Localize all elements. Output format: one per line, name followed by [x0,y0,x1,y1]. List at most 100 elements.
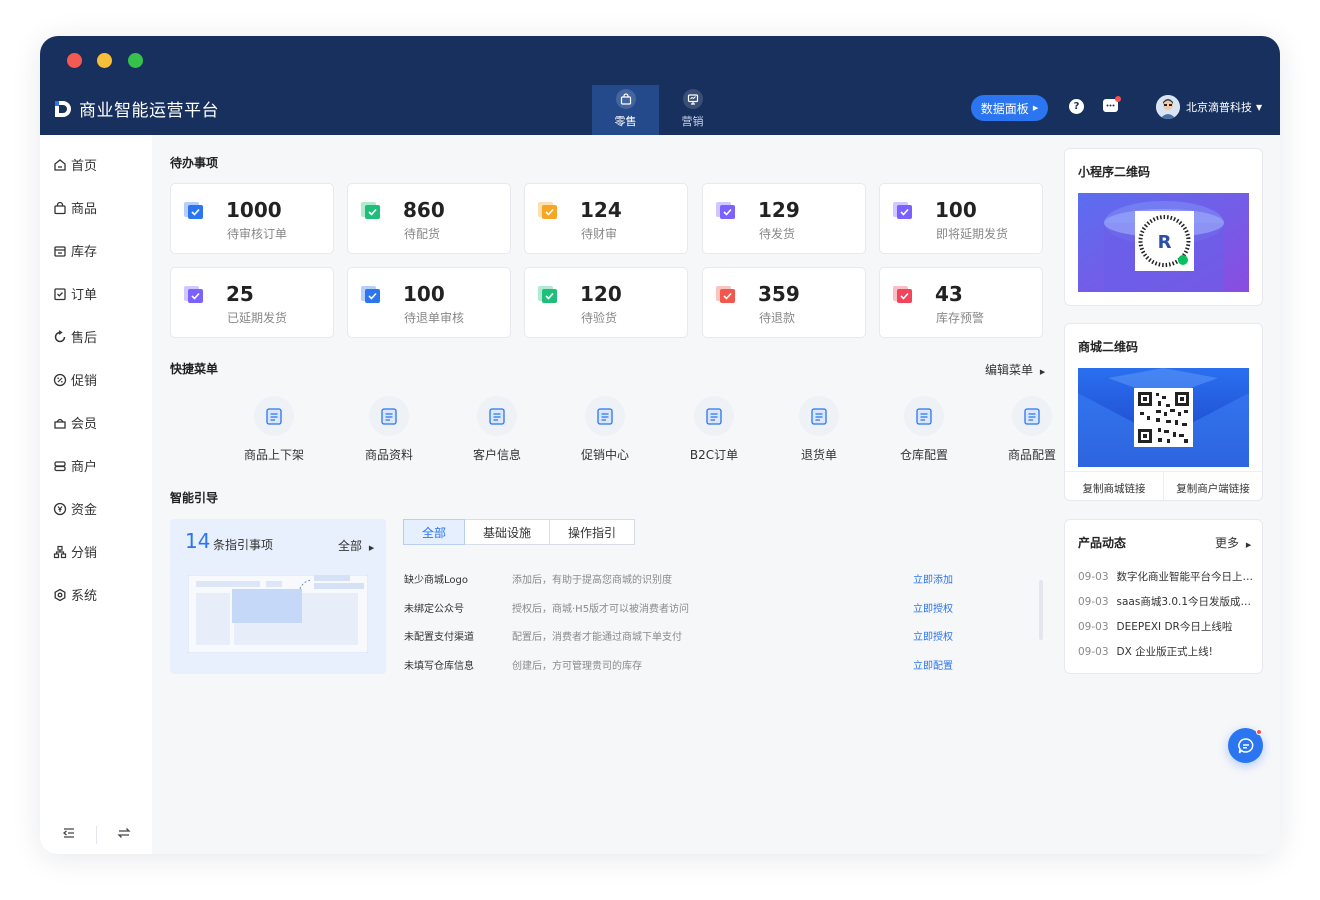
miniprogram-qr-panel: 小程序二维码 R [1064,148,1263,306]
minimize-window-button[interactable] [97,53,112,68]
chat-unread-dot [1256,729,1262,735]
todo-label: 待验货 [581,311,618,325]
sidebar-item-distribution[interactable]: 分销 [53,542,97,561]
main-content: 待办事项 1000 待审核订单 860 待配货 124 待财审 129 待发货 100 即将延期发… [152,135,1280,854]
sidebar-item-promotions[interactable]: 促销 [53,370,97,389]
todo-card[interactable]: 860 待配货 [347,183,511,254]
quick-menu-item[interactable]: 商品配置 [988,396,1076,463]
todo-card[interactable]: 129 待发货 [702,183,866,254]
edit-menu-label: 编辑菜单 [985,363,1034,377]
todo-card[interactable]: 100 即将延期发货 [879,183,1043,254]
maximize-window-button[interactable] [128,53,143,68]
quick-menu-item[interactable]: 仓库配置 [880,396,968,463]
user-menu[interactable]: 北京滴普科技 ▼ [1186,99,1262,115]
sidebar-item-system[interactable]: 系统 [53,585,97,604]
guide-scrollbar[interactable] [1039,580,1043,640]
news-item[interactable]: 09-03 saas商城3.0.1今日发版成功啦 [1078,594,1258,609]
copy-merchant-link-button[interactable]: 复制商户端链接 [1164,481,1262,496]
miniprogram-qr-image[interactable]: R [1078,193,1249,292]
news-text: DEEPEXI DR今日上线啦 [1116,621,1233,633]
news-item[interactable]: 09-03 DEEPEXI DR今日上线啦 [1078,619,1258,634]
guide-item-desc: 授权后，商城·H5版才可以被消费者访问 [512,603,690,615]
quick-menu-label: B2C订单 [689,448,739,462]
todo-card[interactable]: 124 待财审 [524,183,688,254]
quick-menu-label: 商品配置 [1007,448,1056,462]
caret-down-icon: ▼ [1256,102,1263,112]
tab-infrastructure[interactable]: 基础设施 [465,519,550,545]
sidebar-item-aftersales[interactable]: 售后 [53,327,97,346]
shelf-bag-icon [254,396,294,436]
sidebar: 首页 商品 库存 订单 售后 促销 会员 商户 资金 分销 系统 [40,135,152,854]
news-item[interactable]: 09-03 数字化商业智能平台今日上线啦 [1078,569,1258,584]
copy-mall-link-button[interactable]: 复制商城链接 [1065,481,1163,496]
title-bar: 商业智能运营平台 零售 营销 数据面板 ▶ ? 北京滴普科技 ▼ [40,36,1280,135]
sidebar-item-merchants[interactable]: 商户 [53,456,97,475]
sidebar-item-orders[interactable]: 订单 [53,284,97,303]
chat-button[interactable] [1228,728,1263,763]
inventory-icon [54,245,66,257]
sidebar-item-label: 首页 [71,159,98,174]
quick-menu-item[interactable]: 客户信息 [453,396,541,463]
tab-marketing[interactable]: 营销 [659,85,726,135]
tab-all[interactable]: 全部 [403,519,465,545]
news-more-link[interactable]: 更多 ▶ [1215,534,1251,551]
guide-summary-card[interactable]: 14 条指引事项 全部 ▶ [170,519,386,674]
todo-label: 待配货 [404,227,441,241]
data-panel-button[interactable]: 数据面板 ▶ [971,95,1048,121]
home-icon [54,158,66,171]
mall-qr-image[interactable] [1078,368,1249,467]
todo-label: 库存预警 [936,311,985,325]
avatar[interactable] [1156,95,1180,119]
sidebar-item-label: 资金 [71,503,98,518]
caret-right-icon: ▶ [368,544,375,552]
unread-dot [1115,96,1121,102]
edit-menu-button[interactable]: 编辑菜单 ▶ [985,361,1045,378]
bag-icon [54,201,66,214]
quick-menu-item[interactable]: 商品上下架 [230,396,318,463]
quick-menu-item[interactable]: B2C订单 [670,396,758,463]
settings-icon [54,588,66,601]
sidebar-item-members[interactable]: 会员 [53,413,97,432]
sidebar-item-products[interactable]: 商品 [53,198,97,217]
brand[interactable]: 商业智能运营平台 [54,96,219,121]
quick-menu-label: 客户信息 [472,448,521,462]
guide-item-action[interactable]: 立即授权 [913,628,953,643]
guide-item-action[interactable]: 立即配置 [913,657,953,672]
guide-all-link[interactable]: 全部 ▶ [338,537,374,554]
quick-menu-item[interactable]: 商品资料 [345,396,433,463]
todo-value: 120 [580,282,622,306]
guide-item-action[interactable]: 立即添加 [913,571,953,586]
todo-label: 待退单审核 [404,311,465,325]
arrow-right-icon [538,284,560,304]
guide-item-action[interactable]: 立即授权 [913,600,953,615]
sidebar-item-home[interactable]: 首页 [53,155,97,174]
todo-card[interactable]: 1000 待审核订单 [170,183,334,254]
merchant-icon [54,460,66,471]
help-icon[interactable]: ? [1069,99,1084,114]
todo-card[interactable]: 359 待退款 [702,267,866,338]
tab-operation-guide[interactable]: 操作指引 [550,519,635,545]
todo-value: 43 [935,282,963,306]
switch-icon[interactable] [117,826,131,844]
sidebar-item-funds[interactable]: 资金 [53,499,97,518]
news-item[interactable]: 09-03 DX 企业版正式上线! [1078,644,1258,659]
guide-count: 14 [185,529,211,553]
todo-card[interactable]: 25 已延期发货 [170,267,334,338]
todo-card[interactable]: 120 待验货 [524,267,688,338]
message-icon[interactable] [1103,96,1121,112]
quick-menu-item[interactable]: 退货单 [775,396,863,463]
return-list-icon [799,396,839,436]
tab-retail[interactable]: 零售 [592,85,659,135]
sidebar-item-inventory[interactable]: 库存 [53,241,97,260]
close-window-button[interactable] [67,53,82,68]
quick-menu-item[interactable]: 促销中心 [561,396,649,463]
refresh-icon [54,329,66,342]
footer-divider [96,826,97,844]
todo-card[interactable]: 100 待退单审核 [347,267,511,338]
quick-menu-label: 仓库配置 [899,448,948,462]
chat-icon [1237,737,1253,753]
collapse-menu-icon[interactable] [62,826,76,844]
news-panel: 产品动态 更多 ▶ 09-03 数字化商业智能平台今日上线啦 09-03 saas商城… [1064,519,1263,674]
news-text: DX 企业版正式上线! [1116,646,1213,658]
todo-card[interactable]: 43 库存预警 [879,267,1043,338]
